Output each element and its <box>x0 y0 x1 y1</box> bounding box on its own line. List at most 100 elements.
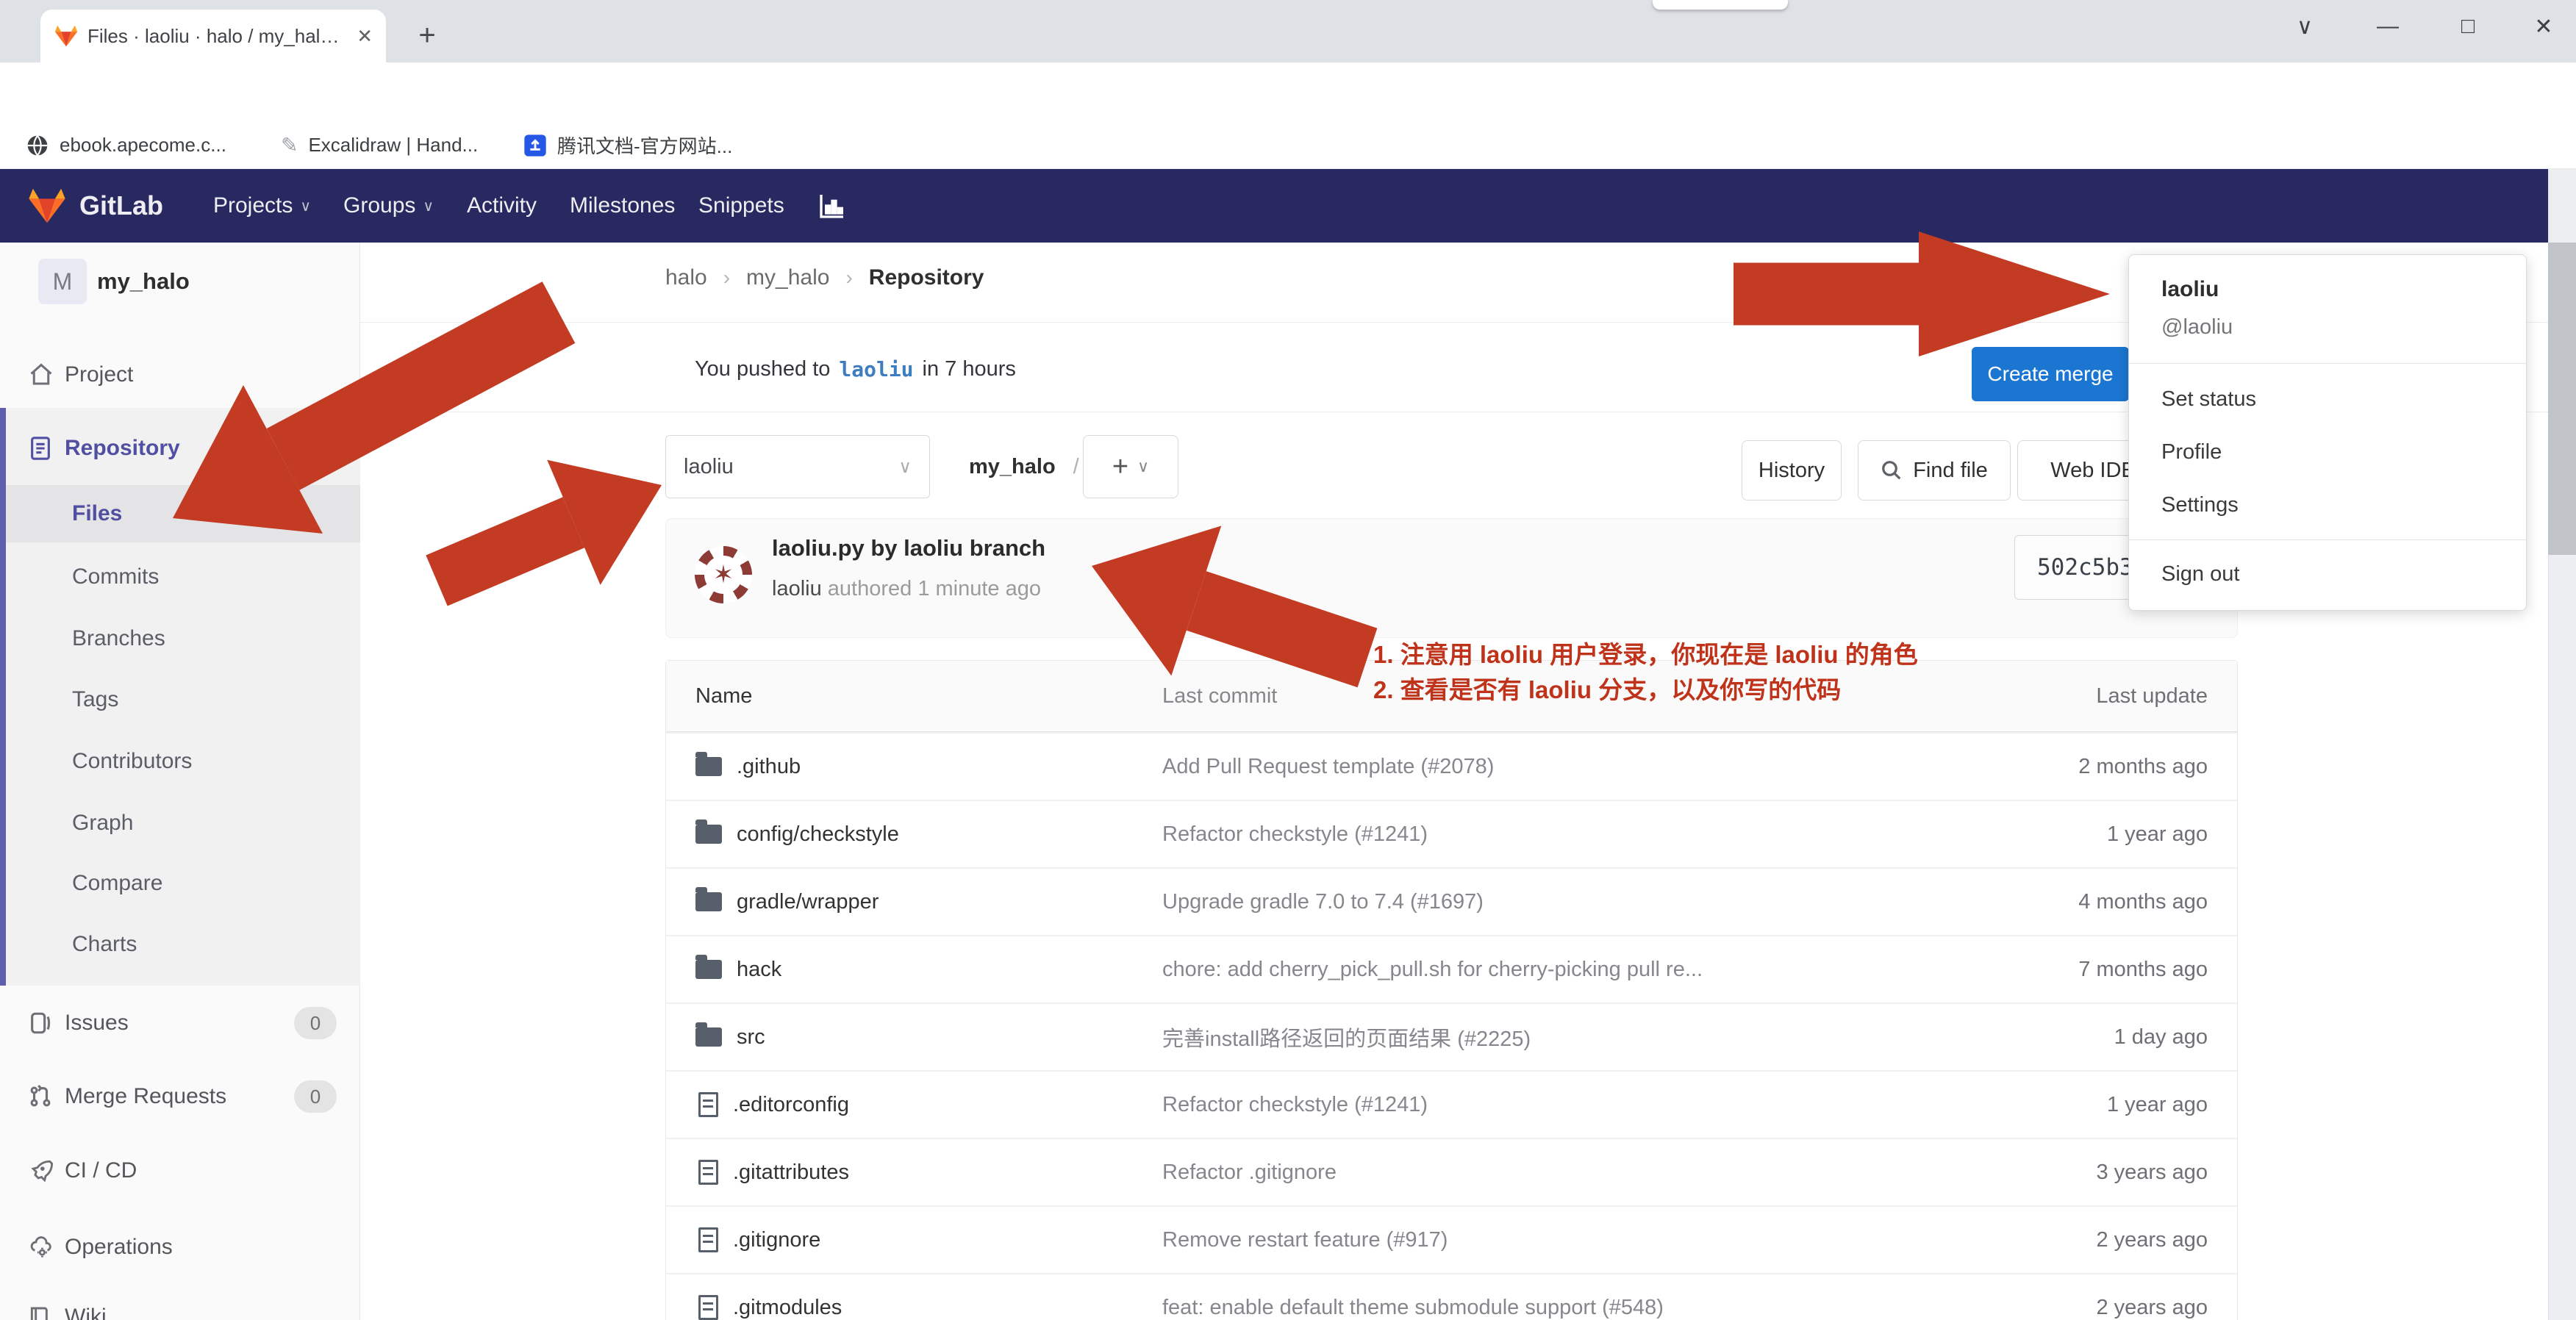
gitlab-brand[interactable]: GitLab <box>79 169 163 243</box>
history-button[interactable]: History <box>1742 440 1842 501</box>
mr-count-badge: 0 <box>294 1080 337 1113</box>
annotation-text-1: 1. 注意用 laoliu 用户登录，你现在是 laoliu 的角色 <box>1373 635 1918 670</box>
file-tree-table: Name Last commit Last update .github Add… <box>665 660 2238 1320</box>
menu-item-profile[interactable]: Profile <box>2161 440 2222 464</box>
scrollbar-thumb[interactable] <box>2548 243 2576 555</box>
bookmarks-bar: ebook.apecome.c... ✎ Excalidraw | Hand..… <box>0 121 2576 169</box>
new-tab-button[interactable]: + <box>408 16 446 54</box>
add-file-button[interactable]: + ∨ <box>1083 435 1178 498</box>
file-icon <box>698 1227 718 1252</box>
sidebar-item-tags[interactable]: Tags <box>0 672 360 727</box>
sidebar-item-issues[interactable]: Issues 0 <box>0 994 360 1052</box>
top-popup-remnant <box>1653 0 1788 10</box>
menu-divider <box>2129 539 2527 540</box>
breadcrumb-my-halo[interactable]: my_halo <box>746 265 829 290</box>
table-row[interactable]: .gitattributes Refactor .gitignore 3 yea… <box>666 1138 2237 1205</box>
menu-divider <box>2129 363 2527 364</box>
breadcrumb-sep: › <box>723 266 730 290</box>
sidebar-item-repository[interactable]: Repository <box>0 419 360 478</box>
folder-icon <box>695 1027 722 1047</box>
breadcrumb-repository: Repository <box>869 265 984 290</box>
bookmark-item[interactable]: ebook.apecome.c... <box>26 129 226 162</box>
tab-close-icon[interactable]: ✕ <box>357 25 373 48</box>
project-avatar: M <box>38 259 87 304</box>
table-row[interactable]: hack chore: add cherry_pick_pull.sh for … <box>666 935 2237 1002</box>
file-icon <box>698 1160 718 1185</box>
repository-doc-icon <box>28 435 53 462</box>
push-branch-link[interactable]: laoliu <box>839 357 913 381</box>
table-row[interactable]: .editorconfig Refactor checkstyle (#1241… <box>666 1070 2237 1138</box>
commit-author-avatar[interactable]: ✶ <box>695 546 752 603</box>
merge-request-icon <box>28 1084 53 1109</box>
push-notice: You pushed to laoliu in 7 hours <box>695 353 1016 385</box>
sidebar-item-commits[interactable]: Commits <box>0 550 360 604</box>
branch-selector[interactable]: laoliu ∨ <box>665 435 930 498</box>
sidebar-item-charts[interactable]: Charts <box>0 917 360 972</box>
sidebar-item-contributors[interactable]: Contributors <box>0 734 360 789</box>
bookmark-item[interactable]: 腾讯文档-官方网站... <box>523 129 732 162</box>
gitlab-favicon <box>54 24 79 48</box>
nav-milestones[interactable]: Milestones <box>570 169 675 243</box>
window-menu-icon[interactable]: ∨ <box>2279 6 2330 47</box>
wiki-book-icon <box>28 1305 51 1320</box>
table-row[interactable]: gradle/wrapper Upgrade gradle 7.0 to 7.4… <box>666 867 2237 935</box>
bookmark-label: Excalidraw | Hand... <box>308 134 478 157</box>
sidebar-item-wiki[interactable]: Wiki <box>0 1291 360 1320</box>
path-project[interactable]: my_halo <box>969 455 1056 479</box>
project-header[interactable]: M my_halo <box>0 257 360 306</box>
chart-icon[interactable] <box>817 169 847 243</box>
breadcrumb: halo › my_halo › Repository <box>665 262 984 294</box>
find-file-button[interactable]: Find file <box>1858 440 2011 501</box>
commit-title[interactable]: laoliu.py by laoliu branch <box>772 535 1045 562</box>
user-menu-username: @laoliu <box>2161 315 2233 340</box>
browser-toolbar: ← → ↻ ▲ 不安全 10.0.0.99/halo/my_halo/tree/… <box>0 62 2576 121</box>
table-row[interactable]: .gitmodules feat: enable default theme s… <box>666 1273 2237 1320</box>
sidebar-item-graph[interactable]: Graph <box>0 796 360 850</box>
folder-icon <box>695 757 722 776</box>
table-row[interactable]: .gitignore Remove restart feature (#917)… <box>666 1205 2237 1273</box>
home-icon <box>28 362 54 388</box>
sidebar-item-compare[interactable]: Compare <box>0 856 360 911</box>
folder-icon <box>695 960 722 979</box>
search-icon <box>1881 459 1903 481</box>
issues-icon <box>28 1011 53 1036</box>
menu-item-settings[interactable]: Settings <box>2161 493 2239 517</box>
commit-author[interactable]: laoliu <box>772 577 822 600</box>
tab-strip: Files · laoliu · halo / my_halo · ( ✕ + … <box>0 0 2576 62</box>
nav-snippets[interactable]: Snippets <box>698 169 784 243</box>
breadcrumb-halo[interactable]: halo <box>665 265 707 290</box>
browser-tab[interactable]: Files · laoliu · halo / my_halo · ( ✕ <box>40 10 386 62</box>
sidebar-item-operations[interactable]: Operations <box>0 1218 360 1277</box>
chevron-down-icon: ∨ <box>1137 457 1149 476</box>
breadcrumb-sep: › <box>845 266 852 290</box>
menu-item-set-status[interactable]: Set status <box>2161 387 2256 412</box>
path-separator: / <box>1073 455 1079 479</box>
nav-projects[interactable]: Projects∨ <box>213 169 311 243</box>
table-row[interactable]: src 完善install路径返回的页面结果 (#2225) 1 day ago <box>666 1002 2237 1070</box>
window-close-icon[interactable]: ✕ <box>2518 6 2569 47</box>
sidebar-item-branches[interactable]: Branches <box>0 611 360 666</box>
bookmark-item[interactable]: ✎ Excalidraw | Hand... <box>281 129 478 162</box>
nav-activity[interactable]: Activity <box>467 169 537 243</box>
chevron-down-icon: ∨ <box>300 197 311 215</box>
table-row[interactable]: config/checkstyle Refactor checkstyle (#… <box>666 800 2237 867</box>
sidebar-item-cicd[interactable]: CI / CD <box>0 1141 360 1200</box>
gitlab-logo-icon[interactable] <box>26 169 68 243</box>
table-row[interactable]: .github Add Pull Request template (#2078… <box>666 732 2237 800</box>
operations-cloud-gear-icon <box>28 1235 54 1260</box>
issues-count-badge: 0 <box>294 1007 337 1039</box>
sidebar-item-project[interactable]: Project <box>0 345 360 404</box>
bookmark-label: ebook.apecome.c... <box>60 134 226 157</box>
excalidraw-icon: ✎ <box>281 133 298 157</box>
create-merge-button[interactable]: Create merge <box>1972 347 2129 401</box>
window-minimize-icon[interactable]: — <box>2362 6 2414 47</box>
sidebar-item-merge-requests[interactable]: Merge Requests 0 <box>0 1067 360 1126</box>
nav-groups[interactable]: Groups∨ <box>343 169 434 243</box>
file-icon <box>698 1092 718 1117</box>
window-maximize-icon[interactable]: □ <box>2442 6 2494 47</box>
commit-meta: laoliu authored 1 minute ago <box>772 577 1041 601</box>
sidebar-item-files[interactable]: Files <box>0 485 360 542</box>
bookmark-label: 腾讯文档-官方网站... <box>557 132 732 159</box>
annotation-text-2: 2. 查看是否有 laoliu 分支，以及你写的代码 <box>1373 670 1841 706</box>
menu-item-sign-out[interactable]: Sign out <box>2161 562 2239 587</box>
